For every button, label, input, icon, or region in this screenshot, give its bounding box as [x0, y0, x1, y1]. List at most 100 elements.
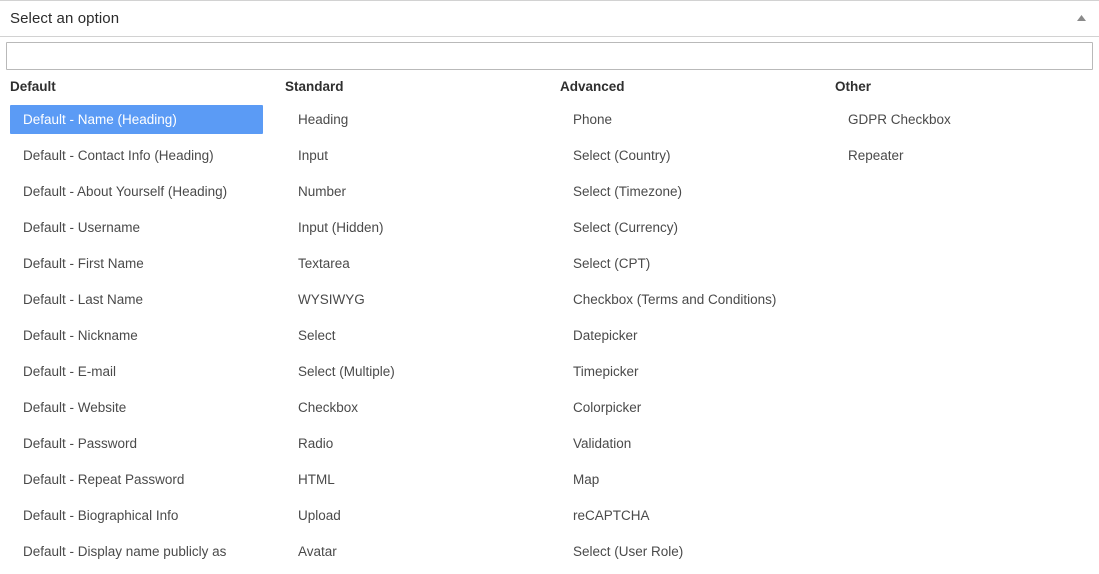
- option-item[interactable]: Select: [275, 321, 550, 357]
- option-label: Phone: [573, 112, 613, 127]
- option-item[interactable]: Input: [275, 141, 550, 177]
- option-label: Default - Name (Heading): [10, 105, 263, 134]
- chevron-up-icon[interactable]: [1071, 9, 1091, 29]
- option-label: Select: [298, 328, 336, 343]
- option-label: Default - Nickname: [23, 328, 138, 343]
- option-item[interactable]: Default - Repeat Password: [0, 465, 275, 501]
- option-label: Select (User Role): [573, 544, 684, 559]
- option-item[interactable]: Default - Name (Heading): [0, 105, 275, 141]
- option-item[interactable]: Map: [550, 465, 825, 501]
- option-item[interactable]: Default - E-mail: [0, 357, 275, 393]
- column-header-standard: Standard: [285, 79, 344, 94]
- option-label: Radio: [298, 436, 334, 451]
- option-label: Input: [298, 148, 329, 163]
- option-item[interactable]: GDPR Checkbox: [825, 105, 1099, 141]
- option-label: Checkbox: [298, 400, 359, 415]
- option-label: Default - E-mail: [23, 364, 117, 379]
- option-item[interactable]: Input (Hidden): [275, 213, 550, 249]
- option-list-standard: Heading Input Number Input (Hidden) Text…: [275, 105, 550, 573]
- option-label: Checkbox (Terms and Conditions): [573, 292, 777, 307]
- option-label: WYSIWYG: [298, 292, 365, 307]
- column-header-advanced: Advanced: [560, 79, 625, 94]
- search-input[interactable]: [6, 42, 1093, 70]
- column-default: Default Default - Name (Heading) Default…: [0, 77, 275, 573]
- option-item[interactable]: Default - Last Name: [0, 285, 275, 321]
- option-label: Timepicker: [573, 364, 639, 379]
- option-label: Textarea: [298, 256, 350, 271]
- option-item[interactable]: WYSIWYG: [275, 285, 550, 321]
- option-list-default: Default - Name (Heading) Default - Conta…: [0, 105, 275, 573]
- option-item[interactable]: Default - Biographical Info: [0, 501, 275, 537]
- option-label: Heading: [298, 112, 349, 127]
- option-label: Datepicker: [573, 328, 638, 343]
- option-item[interactable]: Avatar: [275, 537, 550, 573]
- option-label: Default - Username: [23, 220, 141, 235]
- option-item[interactable]: Heading: [275, 105, 550, 141]
- option-label: Default - Repeat Password: [23, 472, 185, 487]
- option-item[interactable]: Select (CPT): [550, 249, 825, 285]
- option-item[interactable]: Timepicker: [550, 357, 825, 393]
- option-label: Default - Biographical Info: [23, 508, 179, 523]
- option-item[interactable]: Validation: [550, 429, 825, 465]
- option-label: Select (Currency): [573, 220, 679, 235]
- option-label: Default - Website: [23, 400, 127, 415]
- option-label: Default - Last Name: [23, 292, 144, 307]
- option-item[interactable]: Select (Multiple): [275, 357, 550, 393]
- option-label: Select (Timezone): [573, 184, 683, 199]
- option-label: Select (Country): [573, 148, 671, 163]
- option-label: GDPR Checkbox: [848, 112, 951, 127]
- option-item[interactable]: Textarea: [275, 249, 550, 285]
- option-item[interactable]: reCAPTCHA: [550, 501, 825, 537]
- option-label: HTML: [298, 472, 335, 487]
- option-list-advanced: Phone Select (Country) Select (Timezone)…: [550, 105, 825, 573]
- option-item[interactable]: Default - First Name: [0, 249, 275, 285]
- option-item[interactable]: Upload: [275, 501, 550, 537]
- option-item[interactable]: Default - Display name publicly as: [0, 537, 275, 573]
- option-item[interactable]: Select (Timezone): [550, 177, 825, 213]
- option-label: Default - Display name publicly as: [23, 544, 227, 559]
- option-list-other: GDPR Checkbox Repeater: [825, 105, 1099, 177]
- column-header-default: Default: [10, 79, 56, 94]
- option-label: Colorpicker: [573, 400, 642, 415]
- option-label: Number: [298, 184, 347, 199]
- option-item[interactable]: Checkbox (Terms and Conditions): [550, 285, 825, 321]
- option-label: Select (Multiple): [298, 364, 395, 379]
- option-item[interactable]: Select (User Role): [550, 537, 825, 573]
- select-option-panel: Select an option Default Default - Name …: [0, 0, 1099, 574]
- option-item[interactable]: Default - Contact Info (Heading): [0, 141, 275, 177]
- option-item[interactable]: Repeater: [825, 141, 1099, 177]
- option-item[interactable]: Default - About Yourself (Heading): [0, 177, 275, 213]
- option-item[interactable]: Colorpicker: [550, 393, 825, 429]
- option-label: Default - About Yourself (Heading): [23, 184, 228, 199]
- option-item[interactable]: Datepicker: [550, 321, 825, 357]
- option-label: Upload: [298, 508, 341, 523]
- option-label: Repeater: [848, 148, 904, 163]
- option-label: Default - First Name: [23, 256, 144, 271]
- option-item[interactable]: HTML: [275, 465, 550, 501]
- option-item[interactable]: Default - Username: [0, 213, 275, 249]
- option-item[interactable]: Default - Password: [0, 429, 275, 465]
- option-label: Input (Hidden): [298, 220, 384, 235]
- option-label: Validation: [573, 436, 632, 451]
- column-standard: Standard Heading Input Number Input (Hid…: [275, 77, 550, 573]
- option-columns: Default Default - Name (Heading) Default…: [0, 77, 1099, 574]
- option-item[interactable]: Default - Nickname: [0, 321, 275, 357]
- option-label: Default - Contact Info (Heading): [23, 148, 214, 163]
- option-item[interactable]: Phone: [550, 105, 825, 141]
- column-header-other: Other: [835, 79, 872, 94]
- page-title: Select an option: [10, 10, 120, 27]
- panel-header: Select an option: [0, 1, 1099, 37]
- option-label: Default - Password: [23, 436, 138, 451]
- option-label: Avatar: [298, 544, 337, 559]
- column-other: Other GDPR Checkbox Repeater: [825, 77, 1099, 177]
- option-label: Map: [573, 472, 600, 487]
- option-item[interactable]: Number: [275, 177, 550, 213]
- option-label: Select (CPT): [573, 256, 651, 271]
- option-item[interactable]: Radio: [275, 429, 550, 465]
- search-row: [0, 38, 1099, 72]
- option-item[interactable]: Default - Website: [0, 393, 275, 429]
- option-item[interactable]: Select (Country): [550, 141, 825, 177]
- column-advanced: Advanced Phone Select (Country) Select (…: [550, 77, 825, 573]
- option-item[interactable]: Select (Currency): [550, 213, 825, 249]
- option-item[interactable]: Checkbox: [275, 393, 550, 429]
